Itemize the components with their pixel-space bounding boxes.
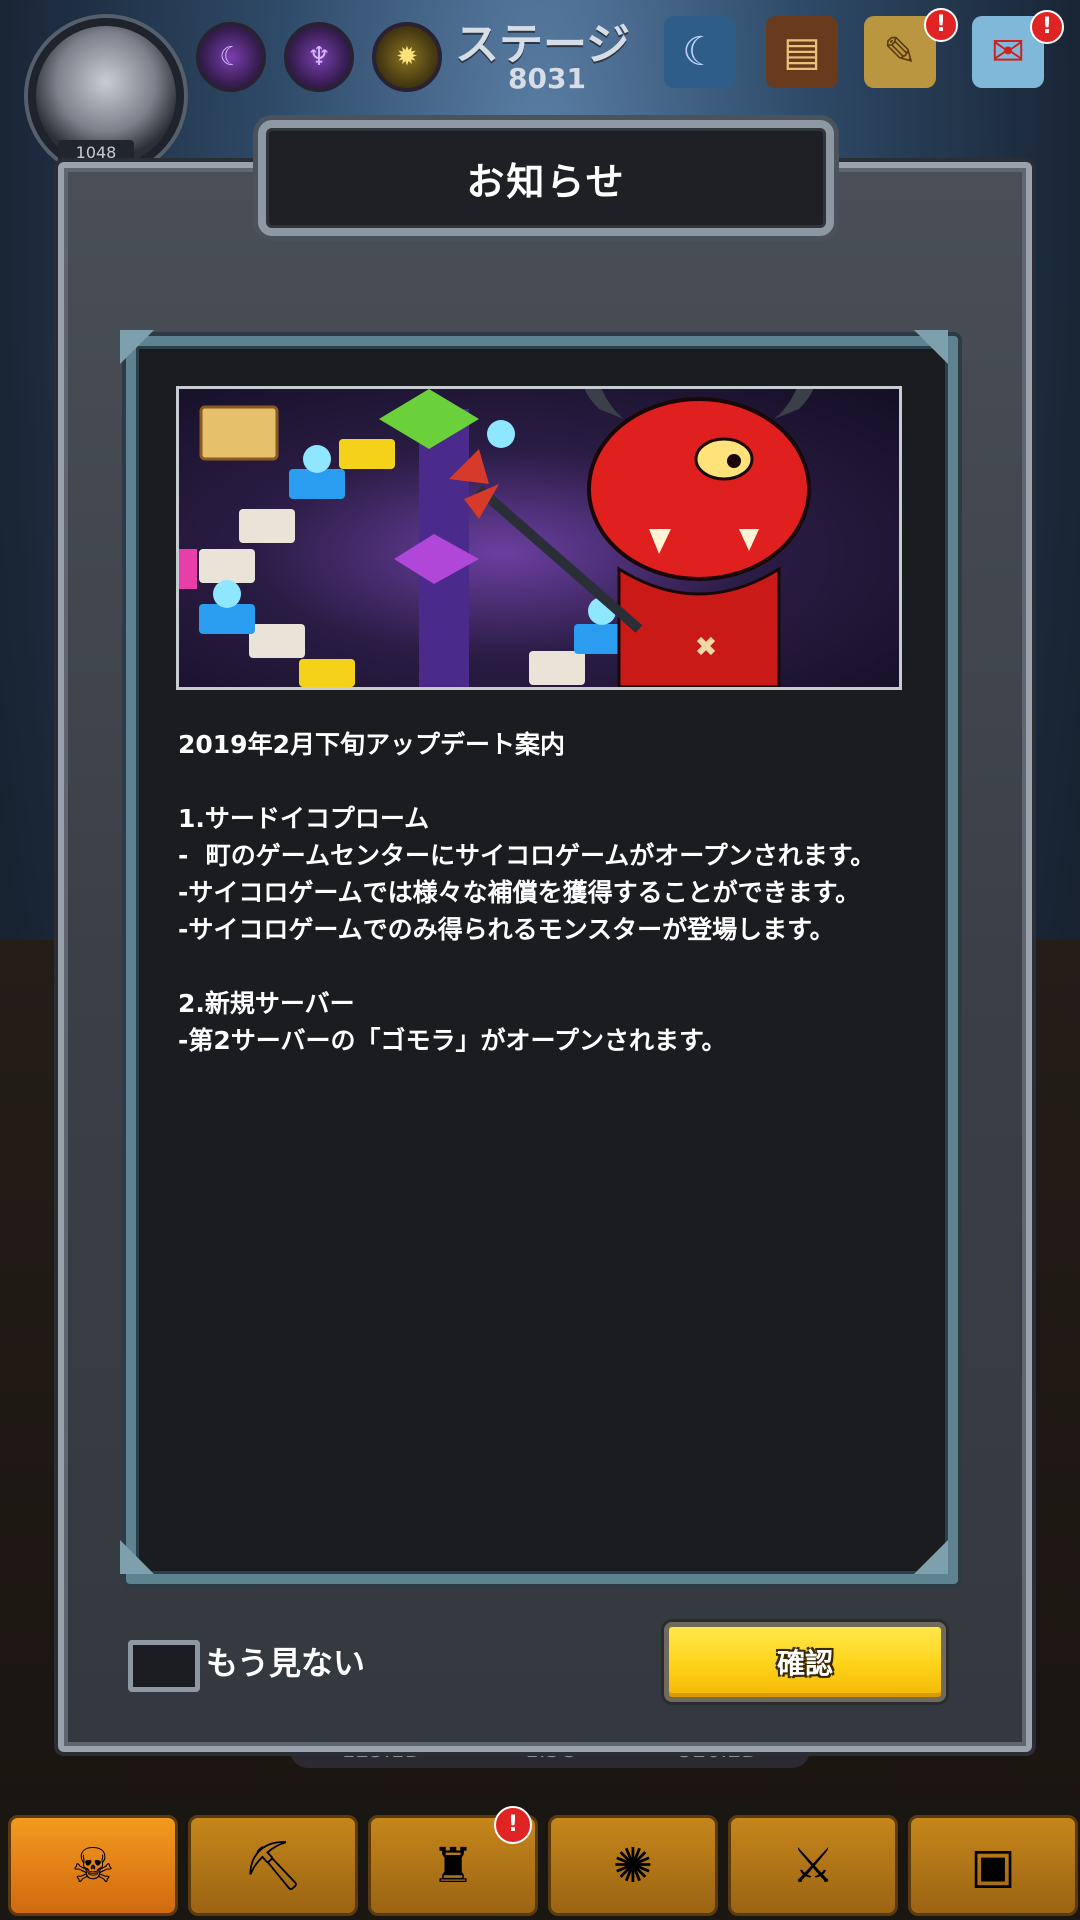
- dialog-title-plate: お知らせ: [258, 120, 834, 236]
- sun-skill-icon[interactable]: ✹: [372, 22, 442, 92]
- castle-badge: !: [494, 1806, 532, 1844]
- monster-book-icon[interactable]: ▤: [766, 16, 838, 88]
- quest-badge: !: [924, 8, 958, 42]
- mine-cart-icon[interactable]: ⛏: [188, 1815, 358, 1916]
- stage-number: 8031: [508, 62, 586, 95]
- notice-line: [178, 948, 898, 985]
- mail-badge: !: [1030, 10, 1064, 44]
- notice-line: -第2サーバーの「ゴモラ」がオープンされます。: [178, 1026, 727, 1055]
- dont-show-again-label[interactable]: もう見ない: [206, 1640, 365, 1686]
- dialog-title: お知らせ: [466, 159, 626, 204]
- demon-skill-icon[interactable]: ♆: [284, 22, 354, 92]
- shield-swords-icon[interactable]: ⚔: [728, 1815, 898, 1916]
- confirm-button[interactable]: 確認: [664, 1622, 946, 1702]
- chest-icon[interactable]: ▣: [908, 1815, 1078, 1916]
- notice-line: [178, 763, 898, 800]
- event-banner-image: [176, 386, 902, 690]
- notice-line: 2.新規サーバー: [178, 989, 355, 1018]
- notice-line: - 町のゲームセンターにサイコロゲームがオープンされます。: [178, 841, 876, 870]
- confirm-label: 確認: [776, 1647, 833, 1680]
- notice-body: 2019年2月下旬アップデート案内 1.サードイコプローム - 町のゲームセンタ…: [178, 726, 898, 1059]
- dont-show-again-checkbox[interactable]: [128, 1640, 200, 1692]
- notice-line: -サイコロゲームでは様々な補償を獲得することができます。: [178, 878, 861, 907]
- notice-line: 2019年2月下旬アップデート案内: [178, 730, 565, 759]
- notice-line: -サイコロゲームでのみ得られるモンスターが登場します。: [178, 915, 835, 944]
- dark-skill-icon[interactable]: ☾: [196, 22, 266, 92]
- skull-icon[interactable]: ☠: [8, 1815, 178, 1916]
- emblem-icon[interactable]: ✺: [548, 1815, 718, 1916]
- spellbook-icon[interactable]: ☾: [664, 16, 736, 88]
- notice-line: 1.サードイコプローム: [178, 804, 430, 833]
- banner-illustration: [179, 389, 814, 687]
- ticket-icon: [199, 405, 279, 461]
